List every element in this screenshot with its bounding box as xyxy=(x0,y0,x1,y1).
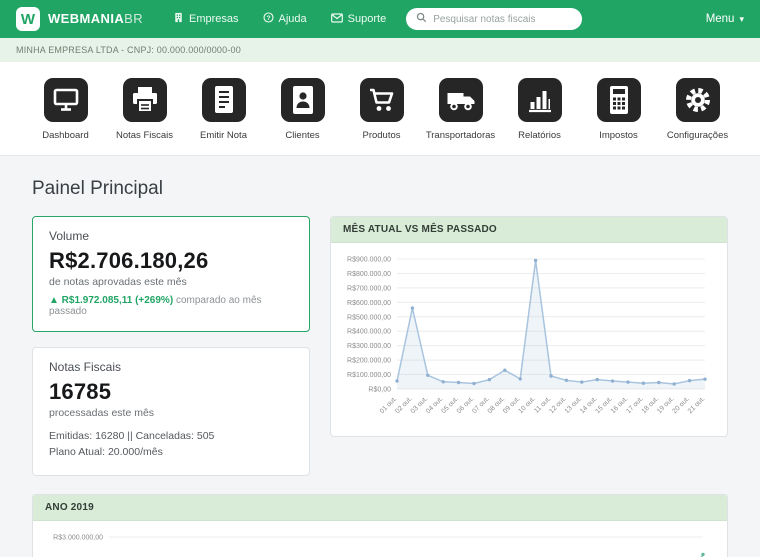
printer-icon xyxy=(123,78,167,122)
search-bar xyxy=(406,8,582,30)
nav-item-label: Empresas xyxy=(189,13,239,25)
top-navbar: W WEBMANIABR Empresas ? Ajuda Suporte xyxy=(0,0,760,38)
toolbar-item-configuracoes[interactable]: Configurações xyxy=(658,78,737,141)
year-chart-title: ANO 2019 xyxy=(33,495,727,521)
brand-logo[interactable]: W WEBMANIABR xyxy=(16,7,143,31)
volume-card: Volume R$2.706.180,26 de notas aprovadas… xyxy=(32,216,310,332)
svg-text:R$600.000,00: R$600.000,00 xyxy=(347,300,391,307)
nav-item-ajuda[interactable]: ? Ajuda xyxy=(263,12,307,26)
delta-up-badge: ▲ R$1.972.085,11 (+269%) xyxy=(49,295,173,306)
svg-text:R$400.000,00: R$400.000,00 xyxy=(347,329,391,336)
toolbar-item-impostos[interactable]: Impostos xyxy=(579,78,658,141)
notas-subtitle: processadas este mês xyxy=(49,407,293,419)
volume-card-title: Volume xyxy=(49,229,293,243)
year-chart-card: ANO 2019 R$0,00R$500.000,00R$1.000.000,0… xyxy=(32,494,728,557)
notas-fiscais-card: Notas Fiscais 16785 processadas este mês… xyxy=(32,347,310,476)
company-bar: MINHA EMPRESA LTDA - CNPJ: 00.000.000/00… xyxy=(0,38,760,62)
svg-text:R$100.000,00: R$100.000,00 xyxy=(347,372,391,379)
toolbar-item-emitir-nota[interactable]: Emitir Nota xyxy=(184,78,263,141)
search-input[interactable] xyxy=(433,14,572,25)
svg-text:21 out.: 21 out. xyxy=(687,395,707,415)
svg-text:R$200.000,00: R$200.000,00 xyxy=(347,358,391,365)
month-chart-card: MÊS ATUAL VS MÊS PASSADO R$0,00 R$100.000… xyxy=(330,216,728,437)
dashboard-grid: Volume R$2.706.180,26 de notas aprovadas… xyxy=(32,216,728,476)
truck-icon xyxy=(439,78,483,122)
notas-card-title: Notas Fiscais xyxy=(49,360,293,374)
nav-item-empresas[interactable]: Empresas xyxy=(173,12,239,26)
webmania-logo-icon: W xyxy=(16,7,40,31)
month-chart-title: MÊS ATUAL VS MÊS PASSADO xyxy=(331,217,727,243)
toolbar-item-label: Configurações xyxy=(667,130,728,141)
monitor-icon xyxy=(44,78,88,122)
nav-item-label: Ajuda xyxy=(279,13,307,25)
gear-icon xyxy=(676,78,720,122)
toolbar-item-label: Clientes xyxy=(285,130,319,141)
toolbar-item-label: Transportadoras xyxy=(426,130,495,141)
svg-text:R$3.000.000,00: R$3.000.000,00 xyxy=(53,534,103,541)
toolbar-item-label: Dashboard xyxy=(42,130,88,141)
toolbar-item-clientes[interactable]: Clientes xyxy=(263,78,342,141)
toolbar-item-transportadoras[interactable]: Transportadoras xyxy=(421,78,500,141)
toolbar-item-dashboard[interactable]: Dashboard xyxy=(26,78,105,141)
svg-text:R$700.000,00: R$700.000,00 xyxy=(347,285,391,292)
svg-text:R$500.000,00: R$500.000,00 xyxy=(347,314,391,321)
year-chart: R$0,00R$500.000,00R$1.000.000,00R$1.500.… xyxy=(33,521,727,557)
cart-icon xyxy=(360,78,404,122)
search-icon xyxy=(416,10,427,28)
toolbar-item-label: Notas Fiscais xyxy=(116,130,173,141)
toolbar-item-notas-fiscais[interactable]: Notas Fiscais xyxy=(105,78,184,141)
volume-delta-row: ▲ R$1.972.085,11 (+269%) comparado ao mê… xyxy=(49,295,293,317)
help-icon: ? xyxy=(263,12,274,26)
volume-subtitle: de notas aprovadas este mês xyxy=(49,276,293,288)
document-icon xyxy=(202,78,246,122)
calculator-icon xyxy=(597,78,641,122)
svg-text:R$300.000,00: R$300.000,00 xyxy=(347,343,391,350)
notas-details: Emitidas: 16280 || Canceladas: 505 Plano… xyxy=(49,428,293,461)
bar-chart-icon xyxy=(518,78,562,122)
notas-count: 16785 xyxy=(49,379,293,405)
svg-text:R$0,00: R$0,00 xyxy=(368,387,391,394)
svg-text:?: ? xyxy=(266,15,270,22)
company-info: MINHA EMPRESA LTDA - CNPJ: 00.000.000/00… xyxy=(16,45,241,55)
toolbar-item-label: Relatórios xyxy=(518,130,561,141)
toolbar-item-label: Produtos xyxy=(362,130,400,141)
chevron-down-icon: ▾ xyxy=(739,14,744,25)
mail-icon xyxy=(331,13,343,26)
notas-detail-line: Emitidas: 16280 || Canceladas: 505 xyxy=(49,428,293,444)
svg-text:R$900.000,00: R$900.000,00 xyxy=(347,257,391,264)
stats-column: Volume R$2.706.180,26 de notas aprovadas… xyxy=(32,216,310,476)
volume-amount: R$2.706.180,26 xyxy=(49,248,293,274)
toolbar-item-produtos[interactable]: Produtos xyxy=(342,78,421,141)
module-toolbar: Dashboard Notas Fiscais Emitir Nota Clie… xyxy=(0,62,760,156)
notas-plan-line: Plano Atual: 20.000/mês xyxy=(49,444,293,460)
menu-label: Menu xyxy=(706,13,735,25)
contacts-icon xyxy=(281,78,325,122)
building-icon xyxy=(173,12,184,26)
toolbar-item-label: Emitir Nota xyxy=(200,130,247,141)
nav-item-suporte[interactable]: Suporte xyxy=(331,12,387,26)
month-chart: R$0,00 R$100.000,00 R$200.000,00 R$300.000,… xyxy=(331,243,727,436)
brand-text: WEBMANIABR xyxy=(48,10,143,28)
toolbar-item-label: Impostos xyxy=(599,130,638,141)
main-content: Painel Principal Volume R$2.706.180,26 d… xyxy=(0,156,760,557)
primary-nav: Empresas ? Ajuda Suporte xyxy=(173,12,386,26)
toolbar-item-relatorios[interactable]: Relatórios xyxy=(500,78,579,141)
menu-dropdown[interactable]: Menu ▾ xyxy=(706,13,744,25)
nav-item-label: Suporte xyxy=(348,13,387,25)
page-title: Painel Principal xyxy=(32,178,728,200)
svg-text:R$800.000,00: R$800.000,00 xyxy=(347,271,391,278)
